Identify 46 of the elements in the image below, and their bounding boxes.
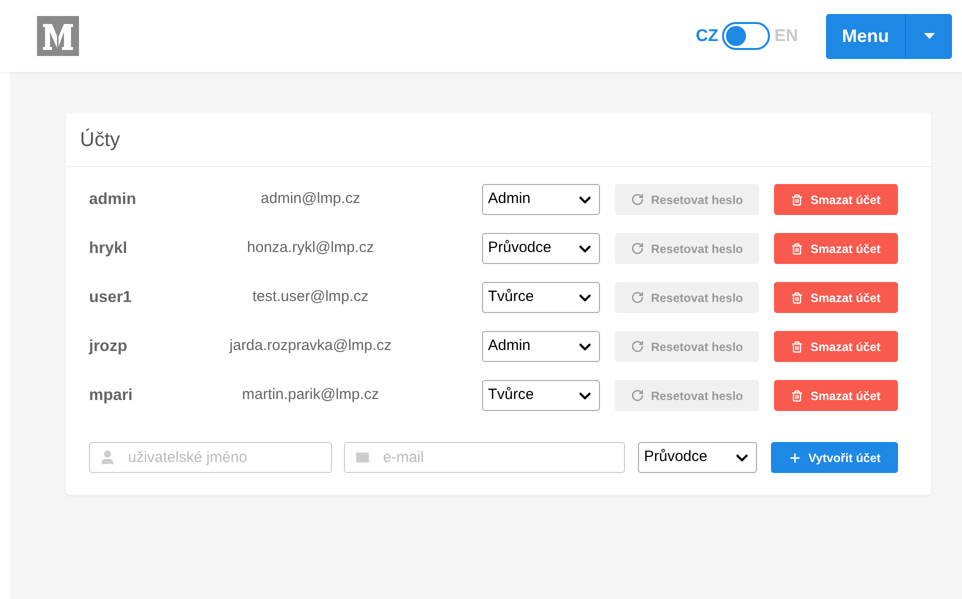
user-icon	[99, 449, 116, 466]
role-select[interactable]: Tvůrce	[482, 282, 600, 313]
trash-icon	[791, 292, 804, 304]
reset-password-button[interactable]: Resetovat heslo	[615, 331, 759, 362]
email: test.user@lmp.cz	[251, 287, 370, 308]
email: admin@lmp.cz	[260, 189, 362, 210]
role-select[interactable]: Admin	[482, 184, 600, 215]
username-field[interactable]: uživatelské jméno	[89, 442, 332, 473]
card-title: Účty	[66, 113, 931, 167]
email: martin.parik@lmp.cz	[241, 385, 380, 406]
trash-icon	[791, 242, 804, 254]
reset-password-button[interactable]: Resetovat heslo	[615, 282, 759, 313]
delete-account-button[interactable]: Smazat účet	[774, 380, 898, 411]
reset-icon	[630, 340, 644, 353]
email: jarda.rozpravka@lmp.cz	[228, 336, 392, 356]
delete-account-button[interactable]: Smazat účet	[774, 184, 898, 215]
username: mpari	[89, 386, 134, 406]
delete-account-button[interactable]: Smazat účet	[774, 282, 898, 313]
language-option[interactable]: CZ	[696, 23, 718, 49]
username: admin	[89, 190, 138, 210]
username: hrykl	[89, 238, 128, 258]
reset-icon	[630, 193, 644, 206]
role-select[interactable]: Tvůrce	[482, 380, 600, 411]
reset-password-button[interactable]: Resetovat heslo	[615, 184, 759, 215]
create-account-button[interactable]: Vytvořit účet	[771, 442, 898, 473]
reset-icon	[630, 242, 644, 255]
reset-password-button[interactable]: Resetovat heslo	[615, 233, 759, 264]
reset-icon	[630, 291, 644, 304]
username: jrozp	[89, 336, 128, 356]
language-toggle[interactable]	[722, 22, 770, 50]
email: honza.rykl@lmp.cz	[246, 238, 375, 258]
logo-icon	[37, 16, 79, 56]
reset-password-button[interactable]: Resetovat heslo	[615, 380, 759, 411]
role-select[interactable]: Admin	[482, 331, 600, 362]
trash-icon	[791, 194, 804, 206]
role-select[interactable]: Průvodce	[482, 233, 600, 264]
role-select[interactable]: Průvodce	[638, 442, 757, 473]
delete-account-button[interactable]: Smazat účet	[774, 233, 898, 264]
trash-icon	[791, 340, 804, 352]
email-field[interactable]: e-mail	[344, 442, 625, 473]
trash-icon	[791, 390, 804, 402]
username: user1	[89, 288, 133, 308]
delete-account-button[interactable]: Smazat účet	[774, 331, 898, 362]
caret-icon	[924, 33, 934, 39]
plus-icon	[788, 450, 802, 464]
reset-icon	[630, 389, 644, 402]
